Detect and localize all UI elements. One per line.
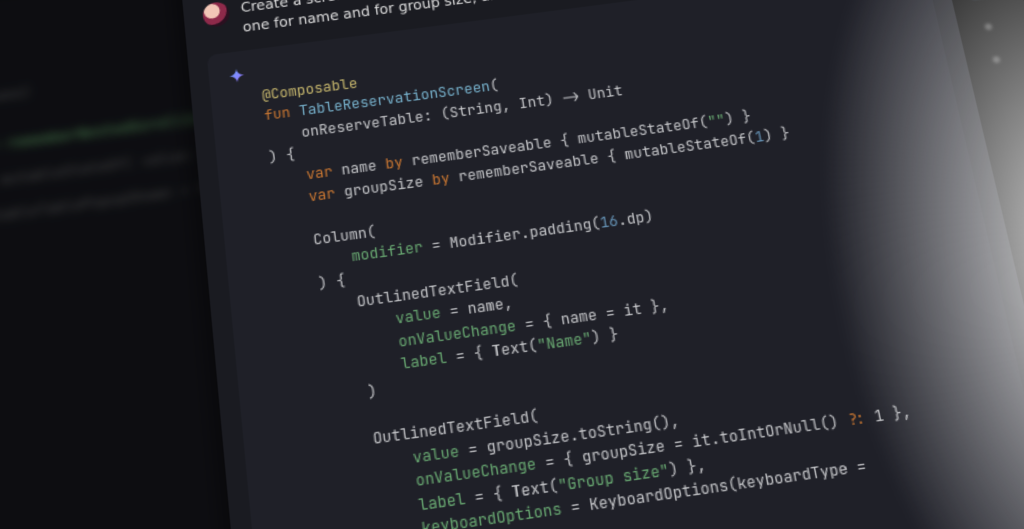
gemini-spark-icon — [225, 66, 249, 89]
tool-icon-4[interactable] — [984, 23, 993, 30]
tool-icon-5[interactable] — [992, 56, 1001, 64]
avatar — [202, 1, 231, 28]
code-content[interactable]: @Composable fun TableReservationScreen( … — [259, 0, 1024, 529]
gemini-panel: Gemini Create a screen that has two inpu… — [180, 0, 1024, 529]
